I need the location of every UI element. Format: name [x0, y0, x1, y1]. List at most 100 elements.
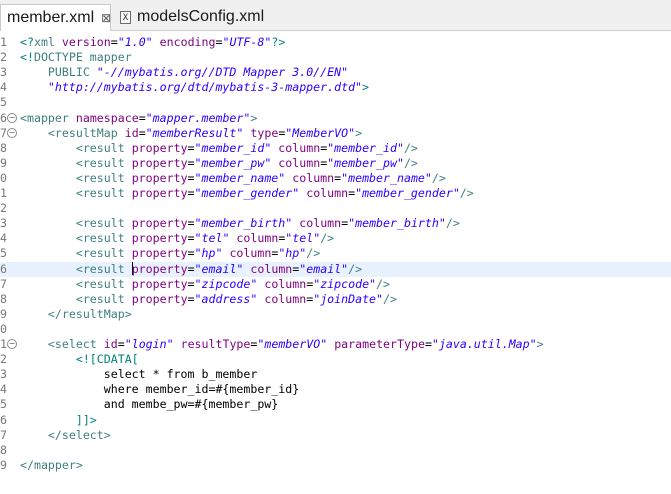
code-line[interactable]: 2 <!DOCTYPE mapper — [0, 50, 671, 65]
code-line[interactable]: 4 <result property="tel" column="tel"/> — [0, 231, 671, 246]
code-token: where member_id=#{member_id} — [20, 382, 300, 397]
fold-toggle-icon[interactable]: − — [7, 127, 17, 138]
code-token: "http://mybatis.org/dtd/mybatis-3-mapper… — [47, 80, 363, 95]
code-line[interactable]: 9 <result property="member_pw" column="m… — [0, 156, 671, 171]
code-token: "member_birth" — [348, 216, 446, 231]
code-line[interactable]: 4 "http://mybatis.org/dtd/mybatis-3-mapp… — [0, 80, 671, 95]
code-token: namespace — [75, 110, 139, 125]
code-token: <result — [75, 231, 125, 246]
code-line[interactable]: 0 — [0, 322, 671, 337]
code-token: <! — [20, 50, 34, 65]
code-token: <result — [75, 216, 125, 231]
code-text: ]]> — [20, 413, 97, 428]
code-token: column — [250, 261, 293, 276]
code-token: = — [424, 337, 432, 351]
code-token: <? — [20, 35, 34, 49]
code-text: <result property="zipcode" column="zipco… — [20, 277, 390, 292]
code-line[interactable]: 3 <result property="member_birth" column… — [0, 216, 671, 231]
code-line[interactable]: 9 </resultMap> — [0, 307, 671, 322]
code-token: = — [187, 216, 195, 231]
line-number: 4 — [0, 382, 7, 397]
code-token: "UTF-8" — [222, 35, 272, 49]
code-token: "member_pw" — [194, 155, 272, 170]
code-token: "tel" — [194, 231, 230, 246]
line-number: 5 — [0, 246, 7, 261]
code-token: /> — [306, 246, 321, 261]
code-line[interactable]: 5 — [0, 95, 671, 110]
code-line[interactable]: 4 where member_id=#{member_id} — [0, 382, 671, 397]
fold-toggle-icon[interactable]: − — [7, 112, 17, 123]
line-number: 1 — [0, 35, 7, 49]
tab-label: modelsConfig.xml — [137, 8, 265, 25]
code-line[interactable]: 2 <![CDATA[ — [0, 352, 671, 367]
code-line[interactable]: 1 <result property="member_gender" colum… — [0, 186, 671, 201]
code-token: "1.0" — [117, 35, 153, 49]
code-token: column — [236, 231, 279, 246]
fold-toggle-icon[interactable]: − — [7, 339, 17, 349]
code-line[interactable]: 9 </mapper> — [0, 458, 671, 473]
code-token: "tel" — [285, 231, 321, 246]
code-line[interactable]: 3 PUBLIC "-//mybatis.org//DTD Mapper 3.0… — [0, 65, 671, 80]
code-token: /> — [376, 276, 391, 291]
code-line[interactable]: 1− <select id="login" resultType="member… — [0, 337, 671, 352]
code-line[interactable]: 6 <result property="email" column="email… — [0, 261, 671, 277]
line-number: 0 — [0, 170, 7, 185]
code-token: and membe_pw=#{member_pw} — [20, 397, 279, 412]
code-line[interactable]: 6− <mapper namespace="mapper.member"> — [0, 111, 671, 126]
code-line[interactable]: 8 — [0, 443, 671, 458]
line-number: 2 — [0, 50, 7, 65]
code-token: id — [124, 125, 139, 140]
code-token: resultType — [180, 337, 251, 351]
code-line[interactable]: 8 <result property="address" column="joi… — [0, 292, 671, 307]
code-line[interactable]: 7 <result property="zipcode" column="zip… — [0, 277, 671, 292]
line-number: 7 — [0, 427, 7, 442]
code-line[interactable]: 5 <result property="hp" column="hp"/> — [0, 246, 671, 261]
code-token: /> — [403, 155, 418, 170]
code-text: <result property="address" column="joinD… — [20, 292, 397, 307]
line-number: 7 — [0, 276, 7, 291]
code-token: > — [355, 125, 363, 140]
code-line[interactable]: 8 <result property="member_id" column="m… — [0, 141, 671, 156]
code-line[interactable]: 7 </select> — [0, 428, 671, 443]
code-token: /> — [320, 231, 335, 246]
code-line[interactable]: 7− <resultMap id="memberResult" type="Me… — [0, 126, 671, 141]
code-text: <result property="email" column="email"/… — [20, 261, 362, 277]
code-line[interactable]: 3 select * from b_member — [0, 367, 671, 382]
code-token: property — [131, 276, 188, 291]
code-token: /> — [403, 140, 418, 155]
code-token: column — [299, 216, 342, 231]
tab-models-config-xml[interactable]: X modelsConfig.xml — [116, 4, 266, 30]
code-token: "member_gender" — [355, 186, 460, 200]
code-token: <result — [75, 291, 125, 306]
code-editor[interactable]: 1 <?xml version="1.0" encoding="UTF-8"?> 2… — [0, 31, 671, 494]
code-token: "member_id" — [327, 140, 404, 155]
close-icon[interactable]: ⊠ — [101, 11, 111, 25]
code-line[interactable]: 6 ]]> — [0, 413, 671, 428]
code-token: <result — [75, 276, 125, 291]
code-line[interactable]: 0 <result property="member_name" column=… — [0, 171, 671, 186]
code-line[interactable]: 1 <?xml version="1.0" encoding="UTF-8"?> — [0, 35, 671, 50]
code-token: ?> — [271, 35, 286, 49]
code-token: xml — [33, 35, 55, 49]
code-token: = — [110, 35, 118, 49]
code-token: </select> — [47, 427, 111, 442]
code-line[interactable]: 5 and membe_pw=#{member_pw} — [0, 397, 671, 412]
code-text: where member_id=#{member_id} — [20, 382, 299, 397]
code-line[interactable]: 2 — [0, 201, 671, 216]
code-text: <result property="hp" column="hp"/> — [20, 246, 320, 261]
code-text: <result property="tel" column="tel"/> — [20, 231, 334, 246]
code-token: "mapper.member" — [145, 110, 251, 125]
line-number: 9 — [0, 306, 7, 321]
tab-member-xml[interactable]: member.xml ⊠ — [0, 4, 111, 31]
